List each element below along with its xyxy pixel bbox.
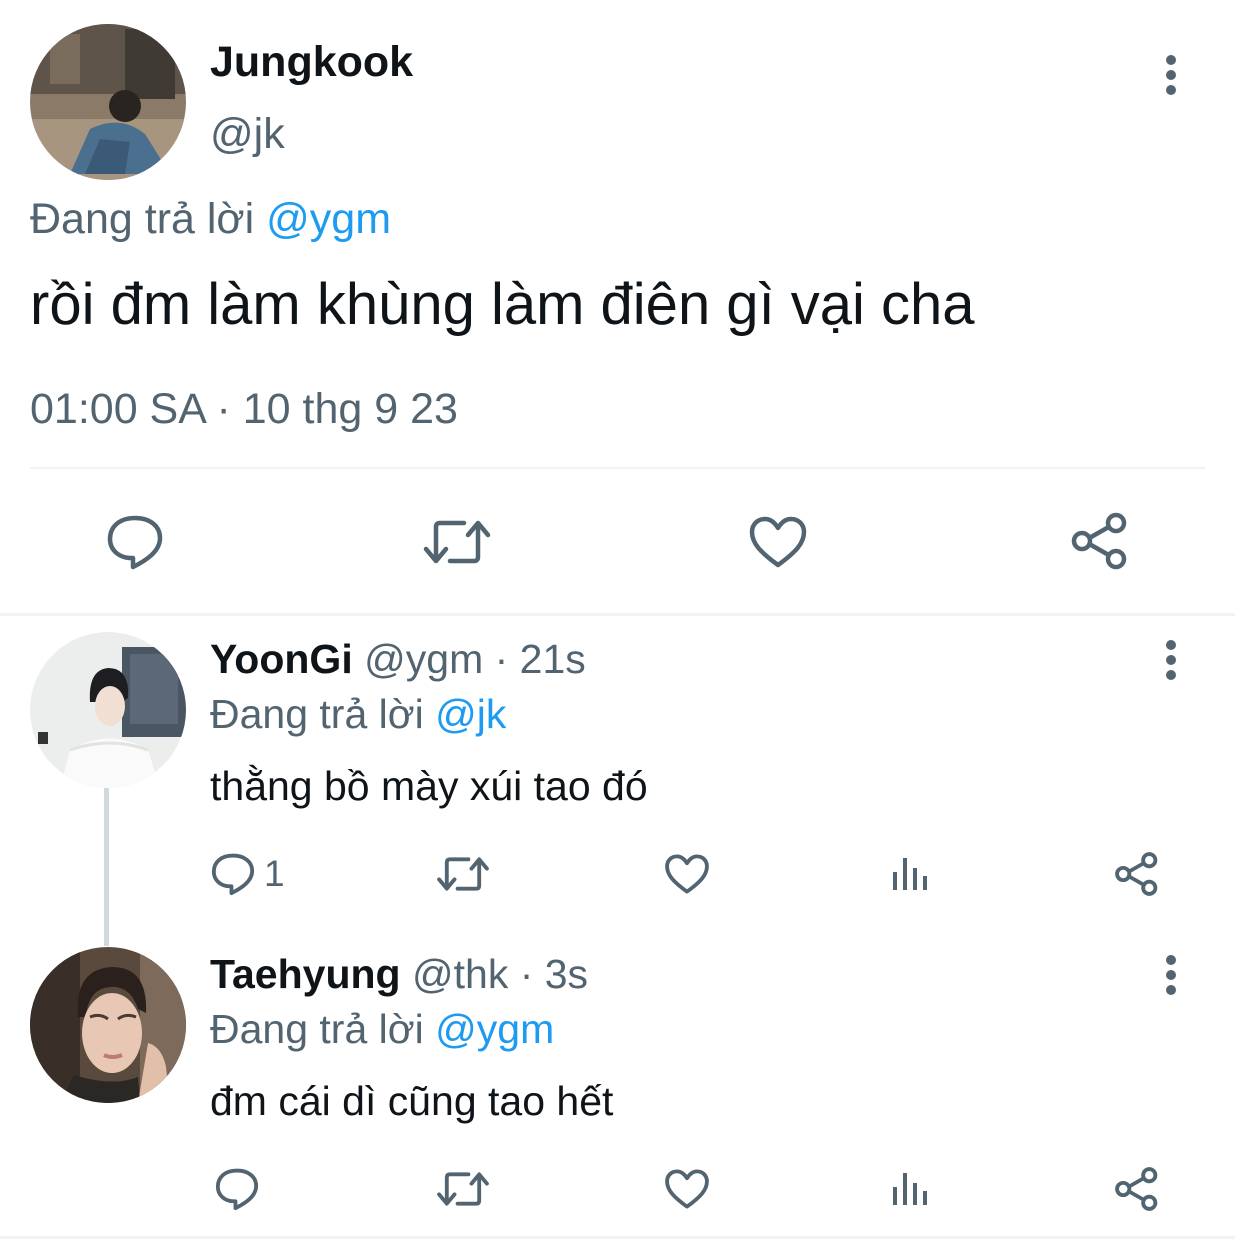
more-vertical-icon <box>1166 55 1176 95</box>
retweet-icon <box>437 857 489 891</box>
yoongi-avatar[interactable] <box>30 632 186 788</box>
share-icon <box>1115 1167 1158 1211</box>
divider <box>30 467 1205 469</box>
replying-mention[interactable]: @ygm <box>435 1006 554 1052</box>
more-options-button[interactable] <box>1151 945 1191 1005</box>
retweet-button[interactable] <box>432 848 494 900</box>
reply-icon <box>211 853 255 896</box>
share-button[interactable] <box>1110 1163 1164 1215</box>
analytics-icon <box>893 1173 927 1205</box>
reply-button[interactable] <box>210 1163 264 1215</box>
more-vertical-icon <box>1166 640 1176 680</box>
reply-text: đm cái dì cũng tao hết <box>210 1078 614 1124</box>
reply-button[interactable]: 1 <box>210 848 285 900</box>
reply-handle-time[interactable]: @thk · 3s <box>412 951 588 997</box>
retweet-button[interactable] <box>432 1163 494 1215</box>
jungkook-avatar[interactable] <box>30 24 186 180</box>
retweet-icon <box>437 1172 489 1206</box>
more-options-button[interactable] <box>1151 630 1191 690</box>
replying-prefix: Đang trả lời <box>30 195 255 243</box>
reply-handle-time[interactable]: @ygm · 21s <box>364 636 586 682</box>
reply-author-name[interactable]: Taehyung <box>210 951 401 997</box>
tweet-timestamp[interactable]: 01:00 SA · 10 thg 9 23 <box>30 383 458 435</box>
taehyung-avatar[interactable] <box>30 947 186 1103</box>
share-icon <box>1115 852 1158 896</box>
views-button[interactable] <box>886 848 936 900</box>
reply-text: thằng bồ mày xúi tao đó <box>210 763 648 809</box>
share-icon <box>1071 512 1127 570</box>
like-button[interactable] <box>660 848 714 900</box>
reply-icon <box>107 515 163 570</box>
author-name[interactable]: Jungkook <box>210 36 413 88</box>
views-button[interactable] <box>886 1163 936 1215</box>
more-options-button[interactable] <box>1151 45 1191 105</box>
share-button[interactable] <box>1068 508 1132 574</box>
reply-header: Taehyung @thk · 3s <box>210 948 588 1000</box>
like-button[interactable] <box>660 1163 714 1215</box>
retweet-icon <box>423 520 491 564</box>
more-vertical-icon <box>1166 955 1176 995</box>
reply-icon <box>215 1168 259 1211</box>
section-divider <box>0 613 1235 616</box>
heart-icon <box>749 516 807 568</box>
reply-header: YoonGi @ygm · 21s <box>210 633 586 685</box>
replying-to-line: Đang trả lời @ygm <box>210 1003 554 1055</box>
replying-mention[interactable]: @jk <box>435 691 506 737</box>
retweet-button[interactable] <box>420 510 494 574</box>
reply-author-name[interactable]: YoonGi <box>210 636 353 682</box>
replying-to-line: Đang trả lời @jk <box>210 688 506 740</box>
analytics-icon <box>893 858 927 890</box>
reply-button[interactable] <box>100 510 170 574</box>
share-button[interactable] <box>1110 848 1164 900</box>
replying-to-line: Đang trả lời @ygm <box>30 193 391 245</box>
replying-prefix: Đang trả lời <box>210 1006 424 1052</box>
tweet-text: rồi đm làm khùng làm điên gì vại cha <box>30 272 975 337</box>
like-button[interactable] <box>745 510 811 574</box>
replying-prefix: Đang trả lời <box>210 691 424 737</box>
replying-mention[interactable]: @ygm <box>266 195 391 243</box>
reply-count: 1 <box>264 853 285 894</box>
author-handle[interactable]: @jk <box>210 108 285 160</box>
heart-icon <box>665 1169 709 1209</box>
thread-connector-line <box>104 786 109 946</box>
heart-icon <box>665 854 709 894</box>
